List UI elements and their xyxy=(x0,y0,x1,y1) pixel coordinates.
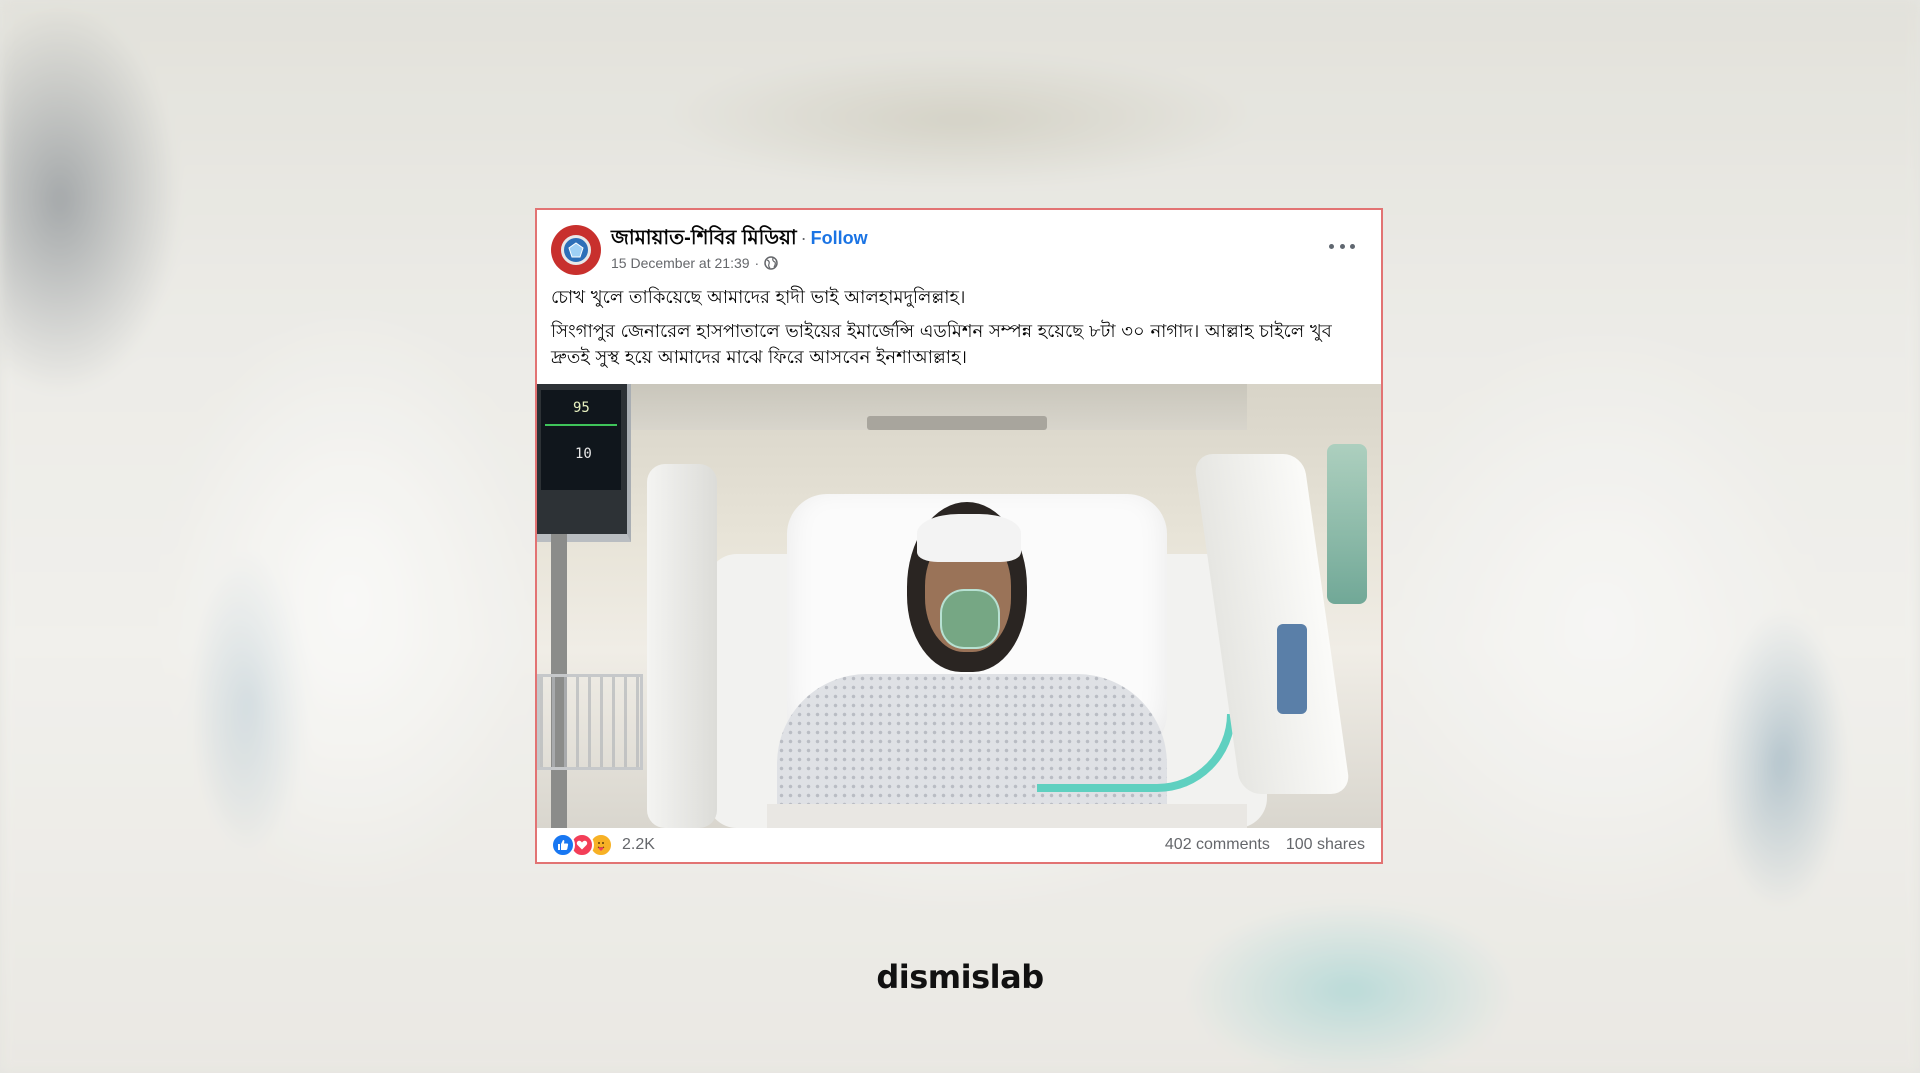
bed-rail-left xyxy=(647,464,717,828)
more-options-icon[interactable] xyxy=(1329,238,1355,254)
monitor-screen: 95 10 xyxy=(541,390,621,490)
page-avatar[interactable] xyxy=(551,225,601,275)
shares-count[interactable]: 100 shares xyxy=(1286,836,1365,854)
follow-button[interactable]: Follow xyxy=(811,228,868,248)
page-name-link[interactable]: জামায়াত-শিবির মিডিয়া xyxy=(611,227,797,249)
post-paragraph: সিংগাপুর জেনারেল হাসপাতালে ভাইয়ের ইমার্… xyxy=(551,321,1332,368)
iv-drip xyxy=(1327,444,1367,604)
wall-light xyxy=(867,416,1047,430)
bed-control-panel xyxy=(1277,624,1307,714)
oxygen-mask xyxy=(940,589,1000,649)
more-dot xyxy=(1329,243,1334,249)
monitor-value: 95 xyxy=(573,400,590,416)
reaction-count[interactable]: 2.2K xyxy=(622,836,655,854)
comments-count[interactable]: 402 comments xyxy=(1165,836,1270,854)
more-dot xyxy=(1339,243,1345,249)
post-photo[interactable]: 95 10 xyxy=(537,384,1381,828)
post-text: চোখ খুলে তাকিয়েছে আমাদের হাদী ভাই আলহাম… xyxy=(551,285,1367,379)
facebook-post-card: জামায়াত-শিবির মিডিয়া · Follow 15 Decembe… xyxy=(535,208,1383,864)
monitor-value: 10 xyxy=(575,446,592,462)
dismislab-logo: dismislab xyxy=(876,958,1044,996)
post-paragraph: চোখ খুলে তাকিয়েছে আমাদের হাদী ভাই আলহাম… xyxy=(551,287,966,308)
logo-icon xyxy=(561,235,591,265)
head-bandage xyxy=(917,514,1021,562)
post-meta: 15 December at 21:39 · xyxy=(611,255,778,271)
post-timestamp[interactable]: 15 December at 21:39 xyxy=(611,255,750,271)
page-name-line: জামায়াত-শিবির মিডিয়া · Follow xyxy=(611,223,868,256)
like-icon xyxy=(551,833,575,857)
globe-icon[interactable] xyxy=(764,256,778,270)
patient-monitor: 95 10 xyxy=(537,384,631,542)
reactions-bar: 2.2K 402 comments 100 shares xyxy=(537,828,1381,862)
blanket xyxy=(767,804,1247,828)
post-header: জামায়াত-শিবির মিডিয়া · Follow 15 Decembe… xyxy=(537,210,1381,282)
screenshot-canvas: জামায়াত-শিবির মিডিয়া · Follow 15 Decembe… xyxy=(0,0,1920,1073)
more-dot xyxy=(1350,243,1355,249)
meta-separator: · xyxy=(754,255,760,271)
reaction-icons[interactable] xyxy=(551,833,613,857)
wire-basket xyxy=(537,674,643,770)
separator-dot: · xyxy=(800,228,807,248)
monitor-waveform xyxy=(545,424,617,440)
